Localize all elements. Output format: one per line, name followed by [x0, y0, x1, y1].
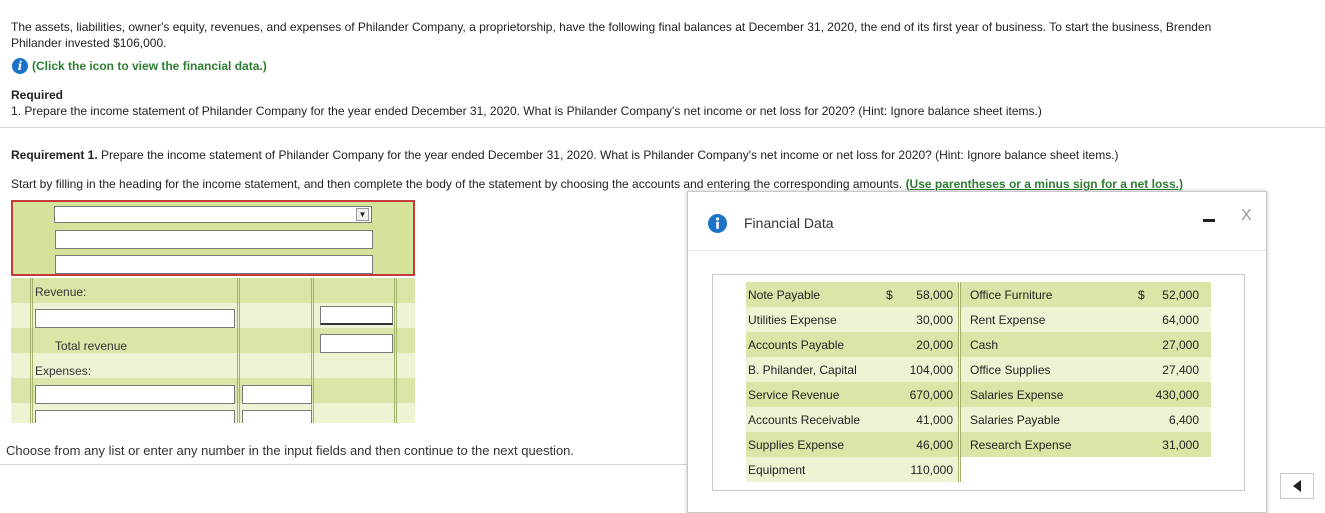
triangle-left-icon — [1293, 480, 1301, 492]
company-name-select[interactable]: ▼ — [54, 206, 372, 223]
info-link-label[interactable]: (Click the icon to view the financial da… — [32, 59, 267, 73]
column-divider — [30, 278, 33, 423]
divider — [0, 127, 1325, 128]
info-icon[interactable]: i — [12, 58, 28, 74]
revenue-label: Revenue: — [35, 285, 87, 299]
account-name: Salaries Expense — [970, 388, 1064, 402]
column-divider — [958, 282, 961, 482]
statement-title-input[interactable] — [55, 230, 373, 249]
account-name: Equipment — [748, 463, 806, 477]
account-name: Note Payable — [748, 288, 821, 302]
currency-symbol: $ — [1138, 288, 1145, 302]
table-row: Supplies Expense 46,000 Research Expense… — [746, 432, 1211, 457]
problem-intro: The assets, liabilities, owner's equity,… — [11, 19, 1316, 51]
account-name: Office Supplies — [970, 363, 1051, 377]
account-name: Research Expense — [970, 438, 1072, 452]
table-row: Service Revenue 670,000 Salaries Expense… — [746, 382, 1211, 407]
intro-line-1: The assets, liabilities, owner's equity,… — [11, 20, 1212, 34]
account-amount: 30,000 — [916, 313, 953, 327]
account-amount: 41,000 — [916, 413, 953, 427]
expense-account-input[interactable] — [35, 410, 235, 423]
account-name: Cash — [970, 338, 999, 352]
expense-account-input[interactable] — [35, 385, 235, 404]
column-divider — [394, 278, 397, 423]
popup-header[interactable]: Financial Data X — [688, 192, 1266, 251]
popup-title: Financial Data — [744, 215, 834, 231]
account-amount: 104,000 — [909, 363, 953, 377]
total-revenue-input[interactable] — [320, 334, 393, 353]
instructions: Start by filling in the heading for the … — [11, 177, 1183, 191]
account-name: Accounts Payable — [748, 338, 845, 352]
income-statement-body: Revenue: Total revenue Expenses: — [11, 278, 415, 423]
required-item: 1. Prepare the income statement of Phila… — [11, 104, 1042, 118]
account-name: B. Philander, Capital — [748, 363, 857, 377]
total-revenue-label: Total revenue — [55, 339, 128, 353]
close-button[interactable]: X — [1241, 207, 1252, 225]
chevron-down-icon[interactable]: ▼ — [356, 208, 369, 221]
previous-button[interactable] — [1280, 473, 1314, 499]
table-row: Utilities Expense 30,000 Rent Expense 64… — [746, 307, 1211, 332]
column-divider — [237, 278, 240, 423]
table-row: Accounts Receivable 41,000 Salaries Paya… — [746, 407, 1211, 432]
view-financial-data-link[interactable]: i (Click the icon to view the financial … — [12, 58, 267, 74]
account-amount: 64,000 — [1162, 313, 1199, 327]
account-amount: 27,400 — [1162, 363, 1199, 377]
account-name: Salaries Payable — [970, 413, 1061, 427]
divider — [0, 464, 687, 465]
account-name: Accounts Receivable — [748, 413, 861, 427]
account-amount: 27,000 — [1162, 338, 1199, 352]
statement-heading: ▼ — [11, 200, 415, 276]
account-amount: 58,000 — [916, 288, 953, 302]
account-amount: 52,000 — [1162, 288, 1199, 302]
financial-data-frame: Note Payable $ 58,000 Office Furniture $… — [712, 274, 1245, 491]
revenue-amount-input[interactable] — [320, 306, 393, 325]
revenue-account-input[interactable] — [35, 309, 235, 328]
account-name: Supplies Expense — [748, 438, 845, 452]
account-name: Utilities Expense — [748, 313, 837, 327]
expense-amount-input[interactable] — [242, 410, 312, 423]
account-name: Service Revenue — [748, 388, 840, 402]
requirement-1: Requirement 1. Prepare the income statem… — [11, 148, 1119, 162]
statement-date-input[interactable] — [55, 255, 373, 274]
account-amount: 430,000 — [1155, 388, 1199, 402]
account-name: Rent Expense — [970, 313, 1046, 327]
account-amount: 20,000 — [916, 338, 953, 352]
table-row: Note Payable $ 58,000 Office Furniture $… — [746, 282, 1211, 307]
account-amount: 31,000 — [1162, 438, 1199, 452]
financial-data-popup[interactable]: Financial Data X Note Payable $ 58,000 O… — [687, 191, 1267, 513]
expense-amount-input[interactable] — [242, 385, 312, 404]
account-amount: 6,400 — [1168, 413, 1199, 427]
minimize-button[interactable] — [1203, 219, 1215, 222]
currency-symbol: $ — [886, 288, 893, 302]
instructions-hint: (Use parentheses or a minus sign for a n… — [905, 177, 1183, 191]
intro-line-2: Philander invested $106,000. — [11, 36, 167, 50]
requirement-1-label: Requirement 1. — [11, 148, 98, 162]
table-row: Equipment 110,000 — [746, 457, 959, 482]
required-title: Required — [11, 88, 64, 102]
footer-instruction: Choose from any list or enter any number… — [6, 443, 575, 458]
table-row: B. Philander, Capital 104,000 Office Sup… — [746, 357, 1211, 382]
requirement-1-text: Prepare the income statement of Philande… — [97, 148, 1119, 162]
account-name: Office Furniture — [970, 288, 1053, 302]
instructions-text: Start by filling in the heading for the … — [11, 177, 906, 191]
account-amount: 46,000 — [916, 438, 953, 452]
account-amount: 670,000 — [909, 388, 953, 402]
table-row: Accounts Payable 20,000 Cash 27,000 — [746, 332, 1211, 357]
expenses-label: Expenses: — [35, 364, 92, 378]
account-amount: 110,000 — [910, 463, 954, 477]
info-icon — [708, 214, 727, 233]
